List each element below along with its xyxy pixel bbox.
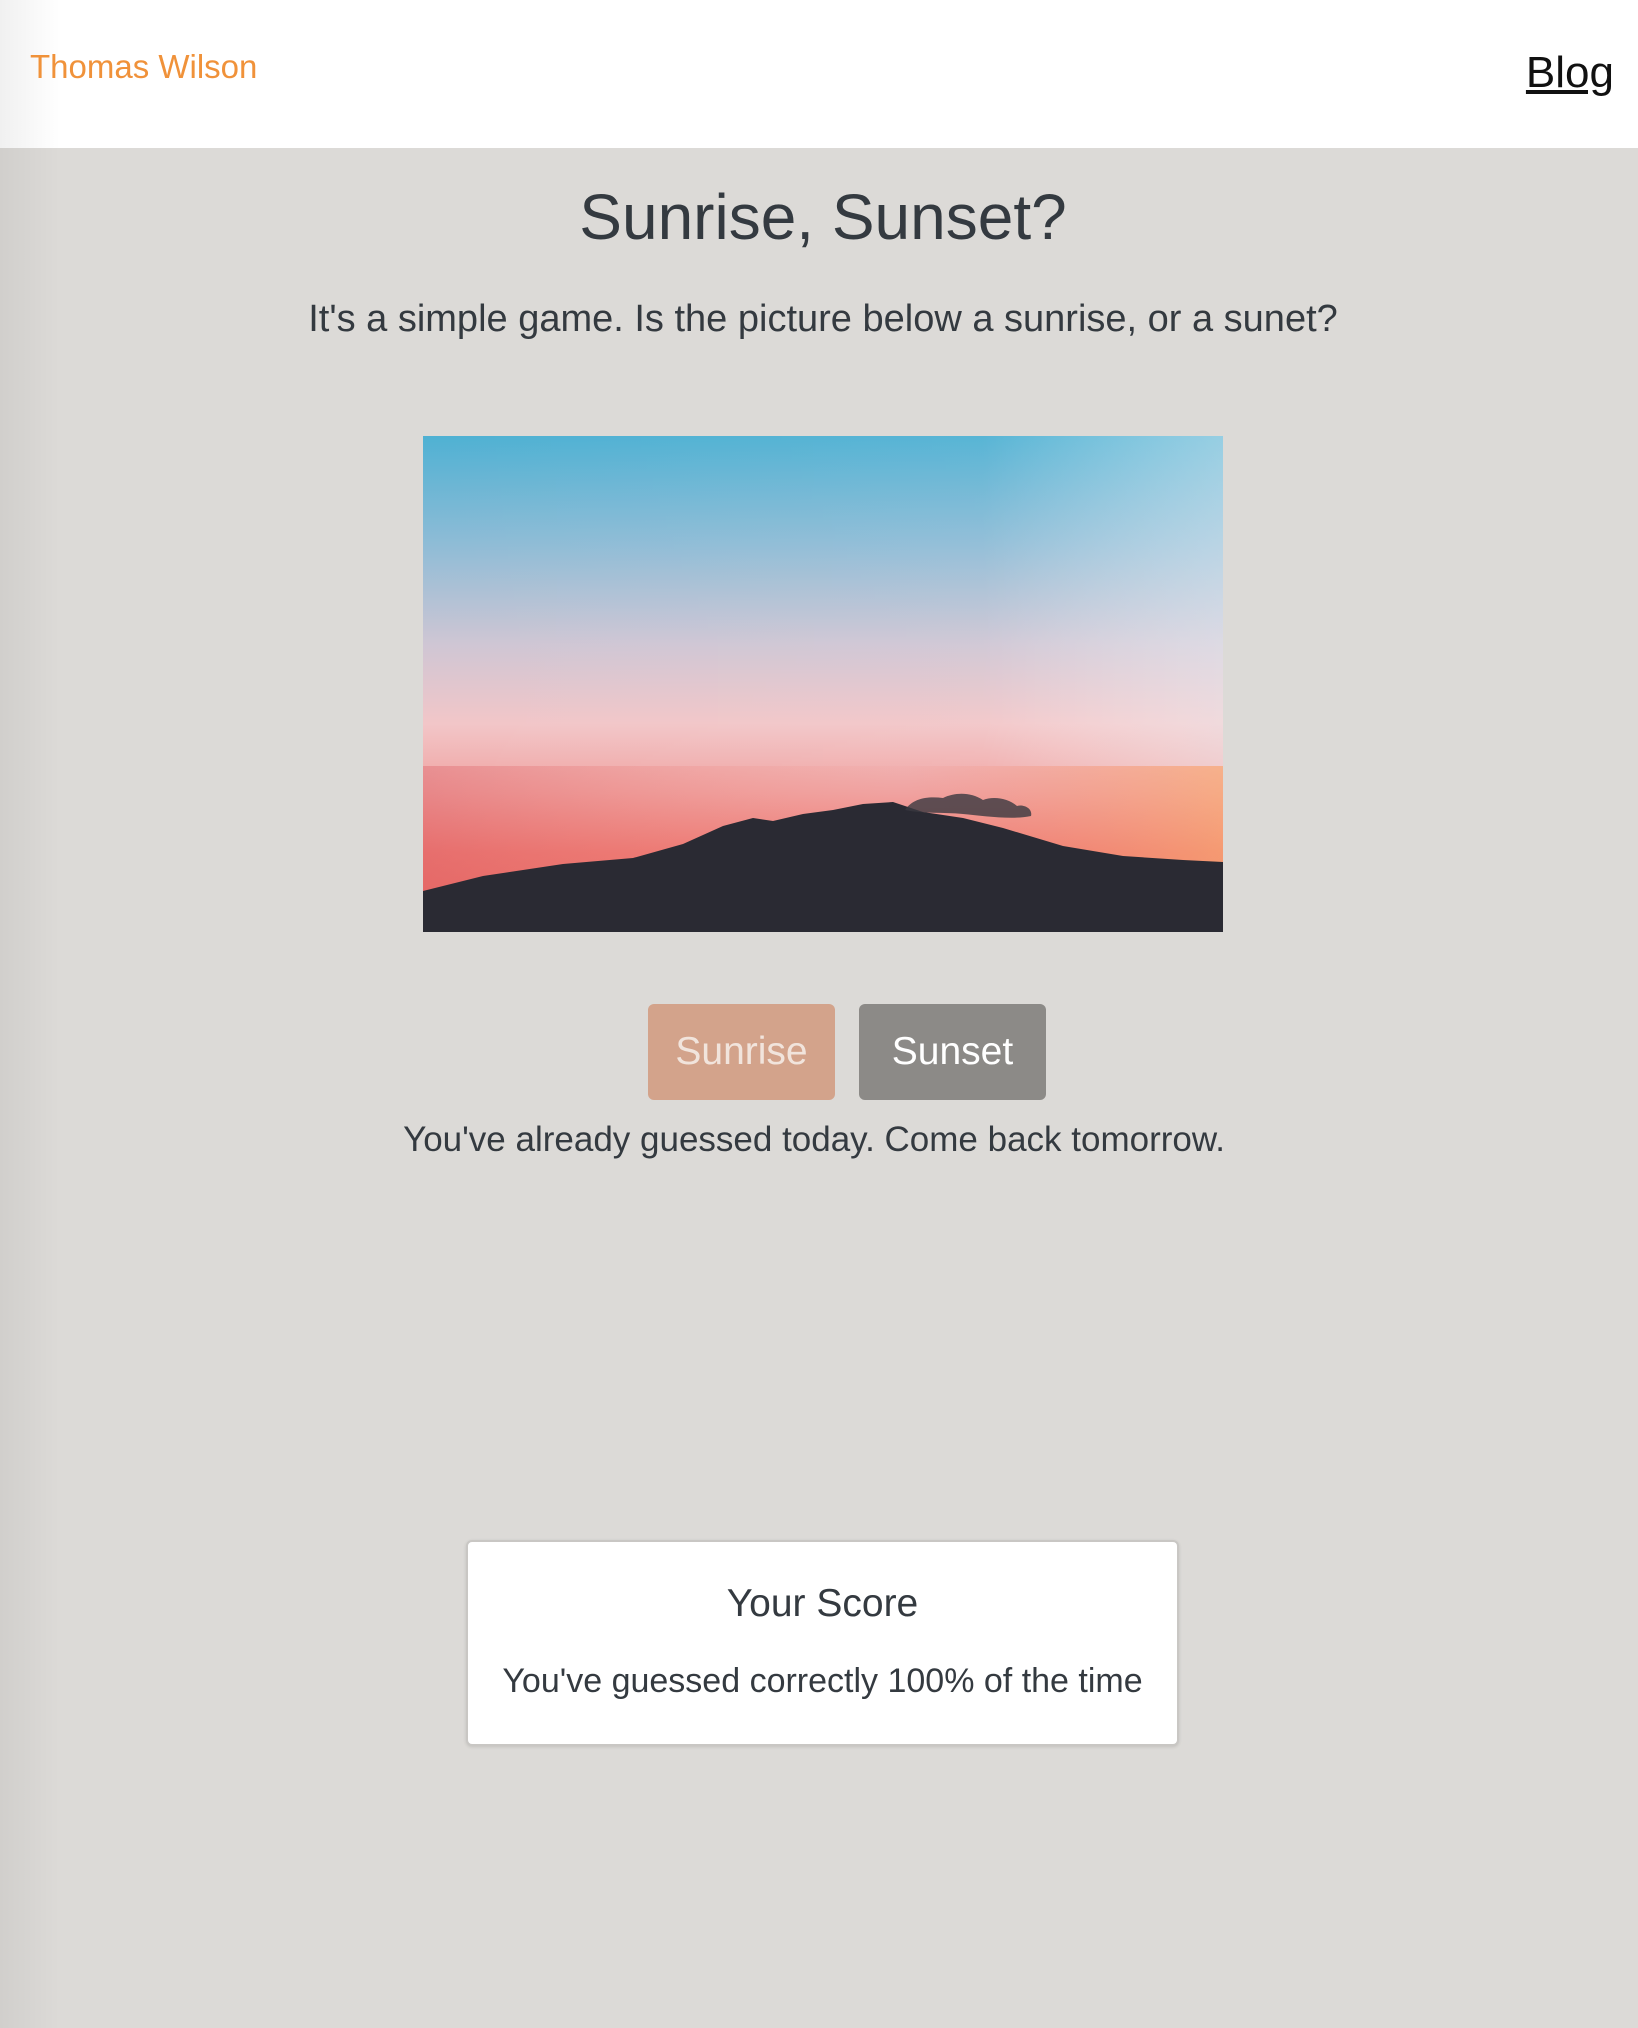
nav-link-blog[interactable]: Blog [1526, 48, 1614, 98]
score-title: Your Score [726, 1582, 919, 1625]
sky-photo [423, 436, 1223, 932]
sunset-button[interactable]: Sunset [859, 1004, 1046, 1100]
top-navbar: Thomas Wilson Blog [0, 0, 1638, 148]
score-card: Your Score You've guessed correctly 100%… [466, 1540, 1179, 1746]
sunrise-button[interactable]: Sunrise [648, 1004, 835, 1100]
page-subtitle: It's a simple game. Is the picture below… [308, 298, 1338, 340]
score-text: You've guessed correctly 100% of the tim… [502, 1662, 1143, 1700]
page-title: Sunrise, Sunset? [579, 181, 1067, 253]
brand-link[interactable]: Thomas Wilson [30, 48, 257, 86]
guess-status-message: You've already guessed today. Come back … [403, 1120, 1225, 1159]
